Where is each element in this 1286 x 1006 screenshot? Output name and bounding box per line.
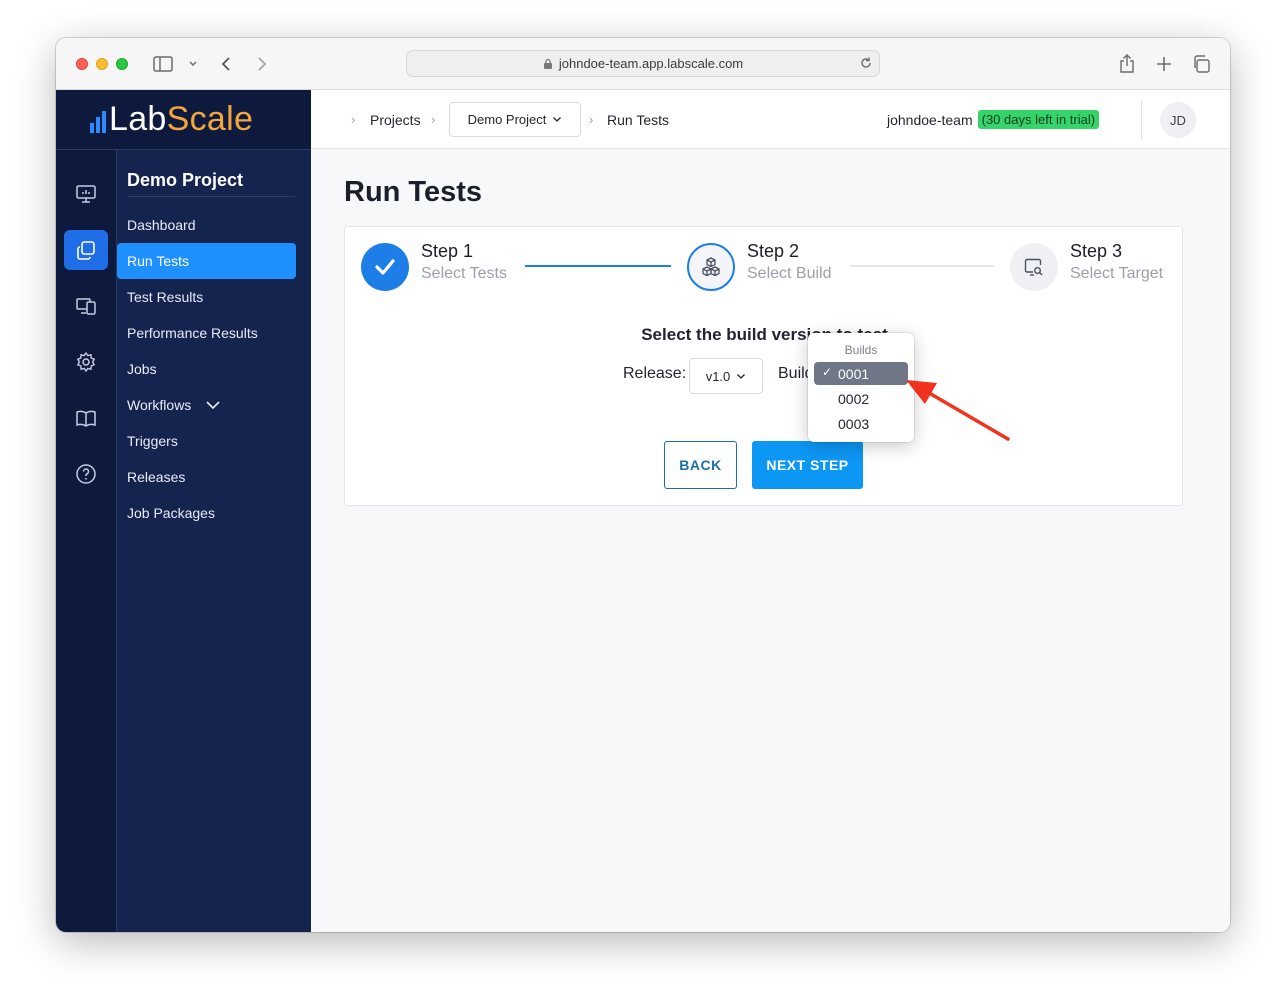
logo-bars-icon (90, 107, 106, 133)
step-2[interactable]: Step 2 Select Build (747, 241, 832, 283)
step-1[interactable]: Step 1 Select Tests (421, 241, 507, 283)
release-select-value: v1.0 (705, 368, 731, 384)
step-2-title: Step 2 (747, 241, 800, 261)
chevron-down-icon[interactable] (186, 52, 200, 76)
run-tests-wizard: Step 1 Select Tests Step 2 Select Build (344, 226, 1183, 506)
divider (1141, 100, 1142, 140)
release-select[interactable]: v1.0 (689, 358, 763, 394)
sidebar-item-job-packages[interactable]: Job Packages (117, 495, 296, 531)
sidebar-item-run-tests[interactable]: Run Tests (117, 243, 296, 279)
back-button[interactable]: BACK (664, 441, 737, 489)
page-title: Run Tests (344, 176, 483, 208)
book-icon[interactable] (64, 398, 108, 438)
breadcrumb-bar: › Projects › Demo Project › Run Tests jo… (311, 90, 1230, 149)
check-icon (361, 243, 409, 291)
address-bar[interactable]: johndoe-team.app.labscale.com (406, 50, 880, 77)
step-connector-pending (850, 265, 994, 267)
browser-window: johndoe-team.app.labscale.com LabScale D… (56, 38, 1230, 932)
chevron-down-icon (736, 373, 746, 380)
sidebar-toggle-icon[interactable] (152, 52, 174, 76)
team-name: johndoe-team (887, 111, 973, 128)
build-option-selected[interactable]: ✓ 0001 (814, 362, 908, 385)
chevron-right-icon: › (589, 112, 594, 127)
chevron-down-icon (205, 400, 221, 410)
trial-badge: (30 days left in trial) (977, 110, 1100, 129)
build-option[interactable]: 0003 (814, 412, 908, 435)
reload-icon[interactable] (859, 56, 873, 73)
builds-dropdown-header: Builds (844, 343, 878, 357)
logo-text: LabScale (109, 100, 254, 138)
build-prompt: Select the build version to test (641, 325, 888, 344)
app: LabScale Demo Project Dashboard Run Test… (56, 90, 1230, 932)
chevron-right-icon: › (431, 112, 436, 127)
help-icon[interactable] (64, 454, 108, 494)
sidebar-project-title: Demo Project (127, 170, 295, 197)
lock-icon (543, 58, 553, 70)
step-1-title: Step 1 (421, 241, 474, 261)
sidebar: Demo Project Dashboard Run Tests Test Re… (116, 150, 311, 932)
build-option[interactable]: 0002 (814, 387, 908, 410)
project-select-label: Demo Project (467, 112, 547, 127)
devices-icon[interactable] (64, 286, 108, 326)
browser-toolbar: johndoe-team.app.labscale.com (56, 38, 1230, 90)
share-icon[interactable] (1116, 52, 1138, 76)
new-tab-icon[interactable] (1153, 52, 1175, 76)
main-content: › Projects › Demo Project › Run Tests jo… (311, 90, 1230, 932)
project-select-dropdown[interactable]: Demo Project (449, 102, 581, 137)
step-3[interactable]: Step 3 Select Target (1070, 241, 1163, 283)
sidebar-item-label: Workflows (127, 397, 192, 413)
sidebar-item-test-results[interactable]: Test Results (117, 279, 296, 315)
device-search-icon (1010, 243, 1058, 291)
sidebar-item-jobs[interactable]: Jobs (117, 351, 296, 387)
checkmark-icon: ✓ (822, 365, 833, 379)
next-step-button[interactable]: NEXT STEP (752, 441, 863, 489)
build-option-label: 0001 (838, 365, 870, 382)
sidebar-item-workflows[interactable]: Workflows (117, 387, 296, 423)
cubes-icon (687, 243, 735, 291)
builds-dropdown-menu: Builds ✓ 0001 0002 0003 (808, 333, 914, 442)
team-info: johndoe-team (30 days left in trial) (887, 110, 1100, 129)
breadcrumb-projects[interactable]: Projects (370, 112, 421, 128)
step-3-title: Step 3 (1070, 241, 1123, 261)
chevron-right-icon: › (351, 112, 356, 127)
copy-icon[interactable] (64, 230, 108, 270)
breadcrumb-current: Run Tests (607, 112, 669, 128)
logo[interactable]: LabScale (56, 90, 311, 150)
chevron-down-icon (552, 116, 562, 123)
avatar[interactable]: JD (1160, 102, 1196, 138)
forward-nav-icon[interactable] (252, 52, 272, 76)
release-label: Release: (623, 365, 687, 382)
tab-overview-icon[interactable] (1190, 52, 1212, 76)
url-text: johndoe-team.app.labscale.com (558, 56, 744, 71)
close-window-button[interactable] (76, 58, 88, 70)
sidebar-item-triggers[interactable]: Triggers (117, 423, 296, 459)
gear-icon[interactable] (64, 342, 108, 382)
icon-rail (56, 90, 116, 932)
step-1-subtitle: Select Tests (421, 265, 507, 282)
step-2-subtitle: Select Build (747, 265, 832, 282)
back-nav-icon[interactable] (216, 52, 236, 76)
minimize-window-button[interactable] (96, 58, 108, 70)
zoom-window-button[interactable] (116, 58, 128, 70)
sidebar-item-dashboard[interactable]: Dashboard (117, 207, 296, 243)
step-3-subtitle: Select Target (1070, 265, 1164, 282)
build-option-label: 0003 (838, 415, 870, 432)
sidebar-item-performance-results[interactable]: Performance Results (117, 315, 296, 351)
presentation-icon[interactable] (64, 174, 108, 214)
build-option-label: 0002 (838, 390, 870, 407)
step-connector-done (525, 265, 671, 267)
sidebar-item-releases[interactable]: Releases (117, 459, 296, 495)
